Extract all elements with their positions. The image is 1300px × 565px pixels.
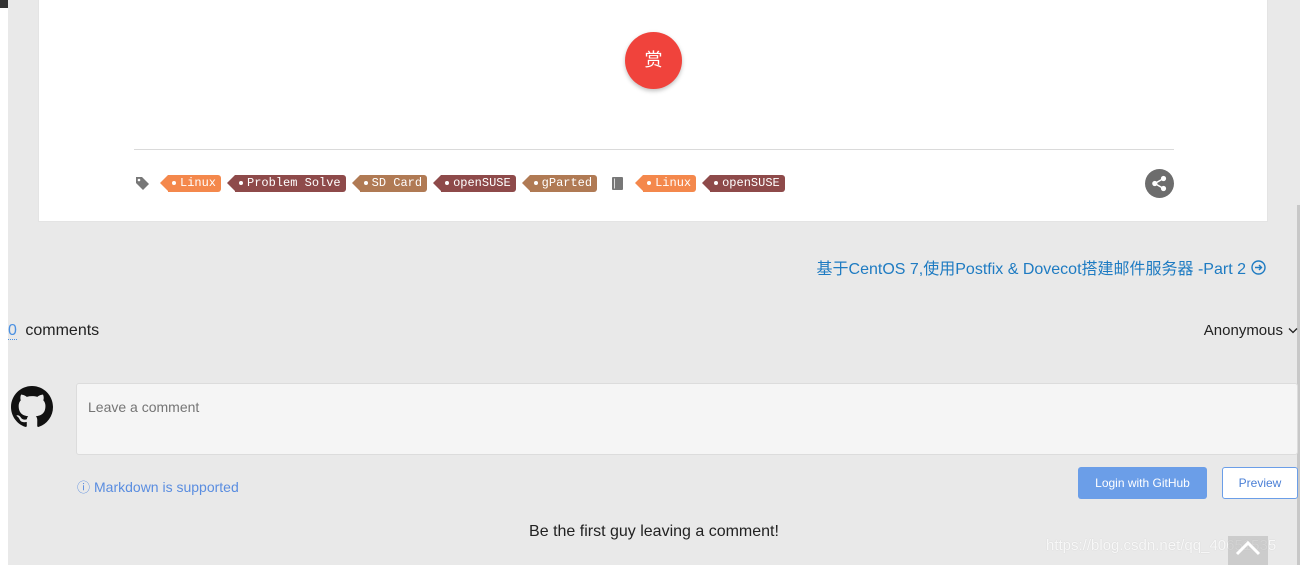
category-opensuse[interactable]: openSUSE — [702, 174, 785, 192]
arrow-right-circle-icon — [1251, 259, 1266, 275]
comments-count-label: comments — [25, 322, 100, 339]
preview-button[interactable]: Preview — [1222, 467, 1298, 499]
tag-problem-solve[interactable]: Problem Solve — [227, 174, 346, 192]
tag-sd-card[interactable]: SD Card — [351, 174, 428, 192]
user-menu[interactable]: Anonymous — [1204, 322, 1298, 339]
github-avatar — [11, 386, 53, 428]
book-icon — [609, 175, 625, 191]
comment-input[interactable] — [76, 383, 1298, 455]
user-name: Anonymous — [1203, 322, 1283, 339]
chevron-up-icon — [1235, 540, 1261, 556]
article-meta-row: Linux Problem Solve SD Card openSUSE gPa… — [134, 173, 791, 193]
category-label: openSUSE — [722, 176, 780, 190]
chevron-down-icon — [1288, 328, 1298, 334]
tag-label: gParted — [541, 176, 593, 190]
category-label: Linux — [655, 176, 692, 190]
share-button[interactable] — [1145, 169, 1174, 198]
tag-icon — [134, 175, 150, 191]
tag-label: Problem Solve — [247, 176, 341, 190]
markdown-help-link[interactable]: ⓘ Markdown is supported — [77, 477, 239, 496]
next-post-link[interactable]: 基于CentOS 7,使用Postfix & Dovecot搭建邮件服务器 -P… — [817, 255, 1266, 279]
tag-label: SD Card — [371, 176, 423, 190]
github-icon — [11, 386, 53, 427]
share-icon — [1152, 175, 1167, 192]
login-github-button[interactable]: Login with GitHub — [1078, 467, 1207, 499]
tag-gparted[interactable]: gParted — [521, 174, 598, 192]
tag-label: Linux — [180, 176, 217, 190]
reward-button[interactable]: 赏 — [625, 32, 682, 89]
next-post-title: 基于CentOS 7,使用Postfix & Dovecot搭建邮件服务器 -P… — [816, 261, 1246, 278]
back-to-top-button[interactable] — [1228, 536, 1268, 565]
info-icon: ⓘ — [77, 480, 91, 495]
comments-count-number[interactable]: 0 — [8, 322, 17, 340]
tag-opensuse[interactable]: openSUSE — [433, 174, 516, 192]
corner-marker — [0, 0, 8, 8]
category-linux[interactable]: Linux — [635, 174, 697, 192]
article-footer-card: 赏 Linux Problem Solve SD Card openSUSE g… — [38, 0, 1268, 222]
comments-count: 0 comments — [8, 322, 99, 340]
tag-linux[interactable]: Linux — [159, 174, 222, 192]
divider — [134, 149, 1174, 150]
markdown-note-label: Markdown is supported — [94, 478, 239, 495]
tag-label: openSUSE — [453, 176, 511, 190]
